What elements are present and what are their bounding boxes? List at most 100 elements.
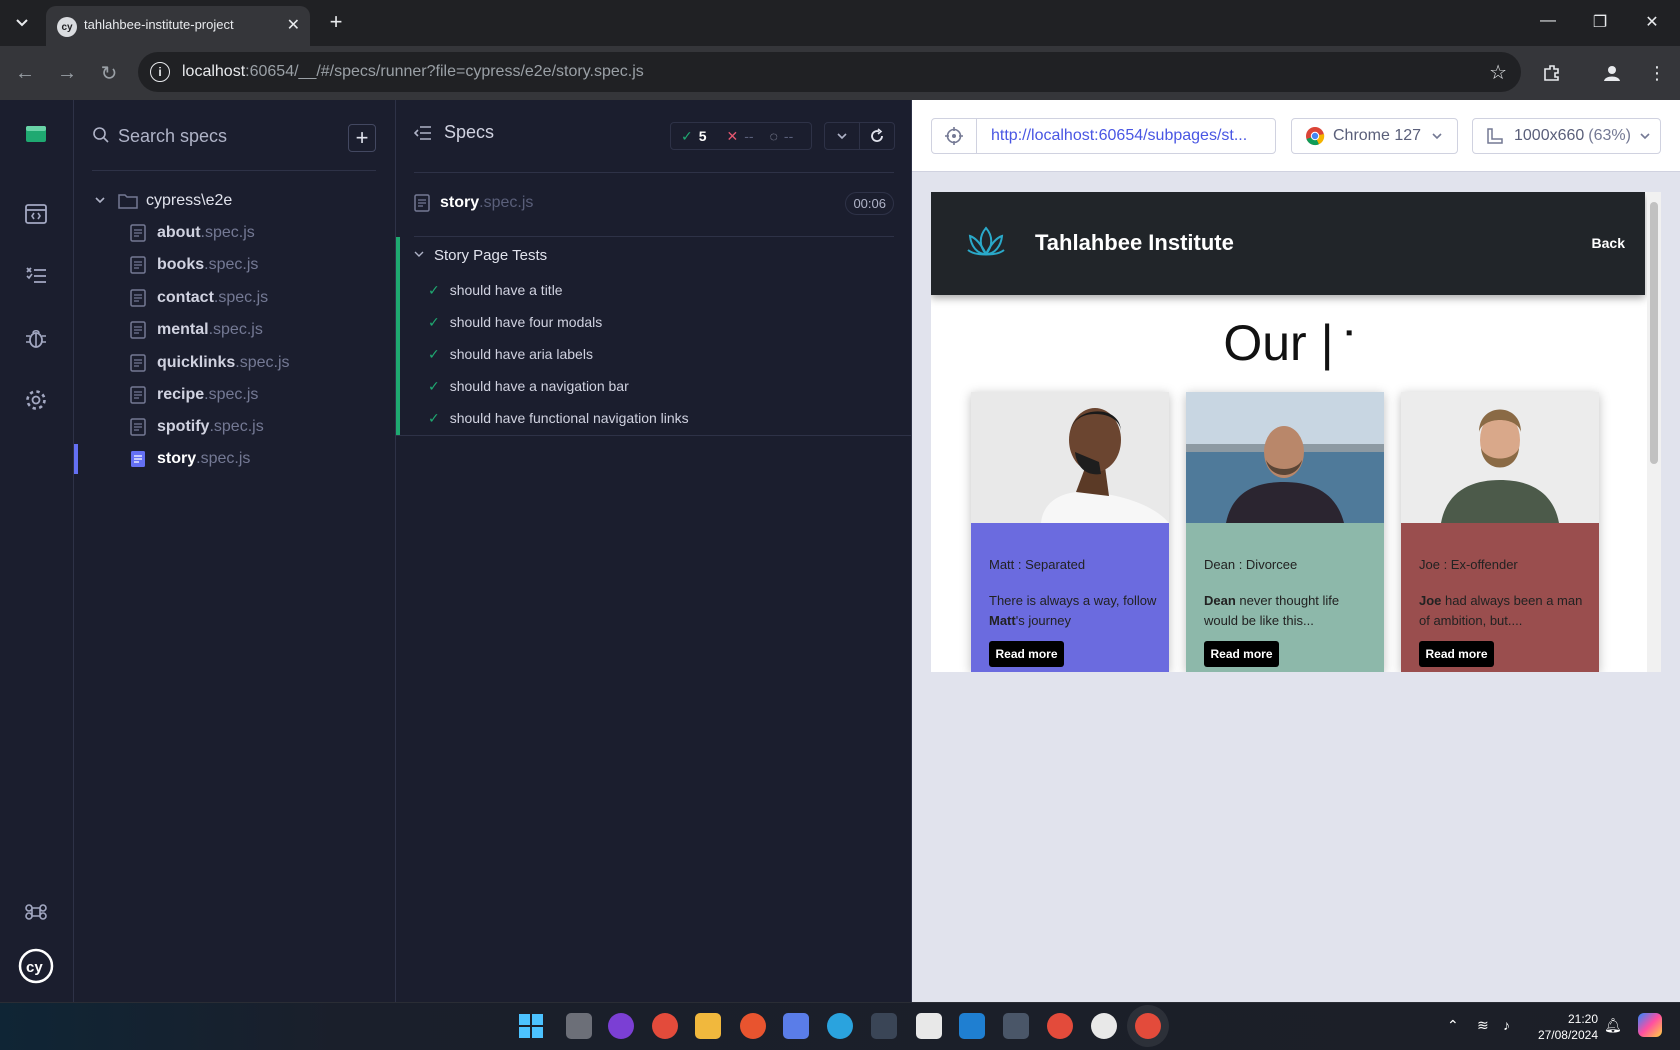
vscode-icon[interactable] (959, 1013, 985, 1039)
read-more-button[interactable]: Read more (1204, 641, 1279, 667)
chrome-icon[interactable] (1047, 1013, 1073, 1039)
rerun-button[interactable] (859, 122, 895, 150)
spec-item-about[interactable]: about.spec.js (74, 218, 394, 248)
document-icon (130, 321, 146, 339)
spec-item-books[interactable]: books.spec.js (74, 250, 394, 280)
read-more-button[interactable]: Read more (989, 641, 1064, 667)
settings-gear-icon[interactable] (22, 386, 50, 414)
read-more-button[interactable]: Read more (1419, 641, 1494, 667)
runs-nav-icon[interactable] (22, 262, 50, 290)
cypress-icon[interactable] (1091, 1013, 1117, 1039)
minimize-button[interactable]: — (1536, 12, 1560, 30)
reload-icon[interactable]: ↻ (96, 60, 122, 86)
address-url[interactable]: localhost:60654/__/#/specs/runner?file=c… (182, 63, 644, 81)
app-icon[interactable] (740, 1013, 766, 1039)
tab-close-icon[interactable]: ✕ (287, 15, 300, 35)
forward-arrow-icon[interactable]: → (54, 60, 80, 86)
wifi-icon[interactable]: ≋ (1477, 1017, 1489, 1034)
specs-list-panel: + cypress\e2e about.spec.js books.spec.j… (74, 100, 396, 1002)
bookmark-star-icon[interactable]: ☆ (1489, 60, 1507, 85)
pass-check-icon: ✓ (428, 345, 440, 362)
terminal-icon[interactable] (1003, 1013, 1029, 1039)
keyboard-shortcuts-icon[interactable] (22, 898, 50, 926)
task-view-icon[interactable] (566, 1013, 592, 1039)
browser-tab[interactable]: cy tahlahbee-institute-project ✕ (46, 6, 310, 46)
windows-start-icon[interactable] (518, 1013, 544, 1039)
spec-item-story[interactable]: story.spec.js (74, 444, 394, 474)
cypress-logo-icon[interactable]: cy (18, 948, 54, 984)
clock-date: 27/08/2024 (1537, 1028, 1598, 1042)
browser-selector[interactable]: Chrome 127 (1291, 118, 1458, 154)
spec-item-recipe[interactable]: recipe.spec.js (74, 380, 394, 410)
document-icon (130, 386, 146, 404)
search-icon (93, 127, 109, 143)
chevron-down-icon (1432, 133, 1442, 140)
new-tab-button[interactable]: + (322, 8, 350, 36)
file-explorer-icon[interactable] (695, 1013, 721, 1039)
test-label: should have aria labels (449, 346, 593, 362)
scrollbar-thumb[interactable] (1650, 202, 1658, 464)
address-bar[interactable]: i localhost:60654/__/#/specs/runner?file… (138, 52, 1521, 92)
viewport-label: 1000x660 (1514, 127, 1585, 144)
test-row[interactable]: ✓ should have a navigation bar (428, 373, 629, 399)
specs-nav-icon[interactable] (22, 200, 50, 228)
card-body: Matt : Separated There is always a way, … (971, 523, 1169, 672)
back-link[interactable]: Back (1592, 235, 1625, 251)
site-navbar: Tahlahbee Institute Back (931, 192, 1645, 295)
current-spec-name: story.spec.js (440, 194, 534, 211)
spec-item-quicklinks[interactable]: quicklinks.spec.js (74, 348, 394, 378)
debug-nav-icon[interactable] (22, 324, 50, 352)
test-row[interactable]: ✓ should have aria labels (428, 341, 593, 367)
chrome-active-icon[interactable] (1135, 1013, 1161, 1039)
telegram-icon[interactable] (827, 1013, 853, 1039)
suite-title[interactable]: Story Page Tests (414, 247, 547, 264)
tab-title: tahlahbee-institute-project (84, 17, 234, 32)
app-icon[interactable] (916, 1013, 942, 1039)
expand-all-button[interactable] (824, 122, 860, 150)
notification-bell-icon[interactable]: 🔔︎ (1604, 1017, 1622, 1034)
tab-search-button[interactable] (8, 8, 36, 36)
kebab-menu-icon[interactable]: ⋮ (1644, 60, 1670, 86)
site-info-icon[interactable]: i (150, 62, 170, 82)
new-spec-button[interactable]: + (348, 124, 376, 152)
chevron-down-icon (16, 19, 28, 27)
test-row[interactable]: ✓ should have four modals (428, 309, 602, 335)
profile-icon[interactable] (1599, 60, 1625, 86)
viewport-scale: (63%) (1588, 127, 1631, 144)
spec-search (92, 122, 362, 150)
extensions-icon[interactable] (1539, 60, 1565, 86)
spec-item-label: contact.spec.js (157, 289, 269, 306)
spec-item-spotify[interactable]: spotify.spec.js (74, 412, 394, 442)
project-logo-icon[interactable] (22, 120, 50, 148)
app-icon[interactable] (783, 1013, 809, 1039)
test-row[interactable]: ✓ should have a title (428, 277, 563, 303)
reporter-header[interactable]: Specs (414, 122, 494, 143)
divider (396, 435, 912, 436)
system-clock[interactable]: 21:20 27/08/2024 (1534, 1011, 1598, 1043)
back-arrow-icon[interactable]: ← (12, 60, 38, 86)
copilot-icon[interactable] (1638, 1013, 1662, 1037)
viewport-selector[interactable]: 1000x660 (63%) (1472, 118, 1661, 154)
chevron-down-icon (94, 194, 118, 209)
volume-icon[interactable]: ♪ (1503, 1017, 1510, 1033)
aut-scrollbar[interactable] (1647, 192, 1661, 672)
folder-row[interactable]: cypress\e2e (94, 190, 232, 212)
spec-item-contact[interactable]: contact.spec.js (74, 283, 394, 313)
test-label: should have a navigation bar (449, 378, 629, 394)
aut-url[interactable]: http://localhost:60654/subpages/st... (976, 118, 1276, 154)
chrome-profile-icon[interactable] (652, 1013, 678, 1039)
tray-chevron-icon[interactable]: ⌃ (1447, 1017, 1459, 1034)
clock-time: 21:20 (1567, 1012, 1598, 1026)
spec-item-mental[interactable]: mental.spec.js (74, 315, 394, 345)
fail-x-icon: ✕ (726, 127, 739, 144)
selector-playground-button[interactable] (931, 118, 977, 154)
story-card-matt: Matt : Separated There is always a way, … (971, 392, 1169, 672)
test-row[interactable]: ✓ should have functional navigation links (428, 405, 689, 431)
github-desktop-icon[interactable] (608, 1013, 634, 1039)
collapse-list-icon (414, 125, 431, 140)
restore-button[interactable]: ❐ (1588, 12, 1612, 32)
terminal-icon[interactable] (871, 1013, 897, 1039)
story-card-dean: Dean : Divorcee Dean never thought life … (1186, 392, 1384, 672)
search-input[interactable] (118, 122, 348, 150)
close-window-button[interactable]: ✕ (1640, 12, 1664, 32)
